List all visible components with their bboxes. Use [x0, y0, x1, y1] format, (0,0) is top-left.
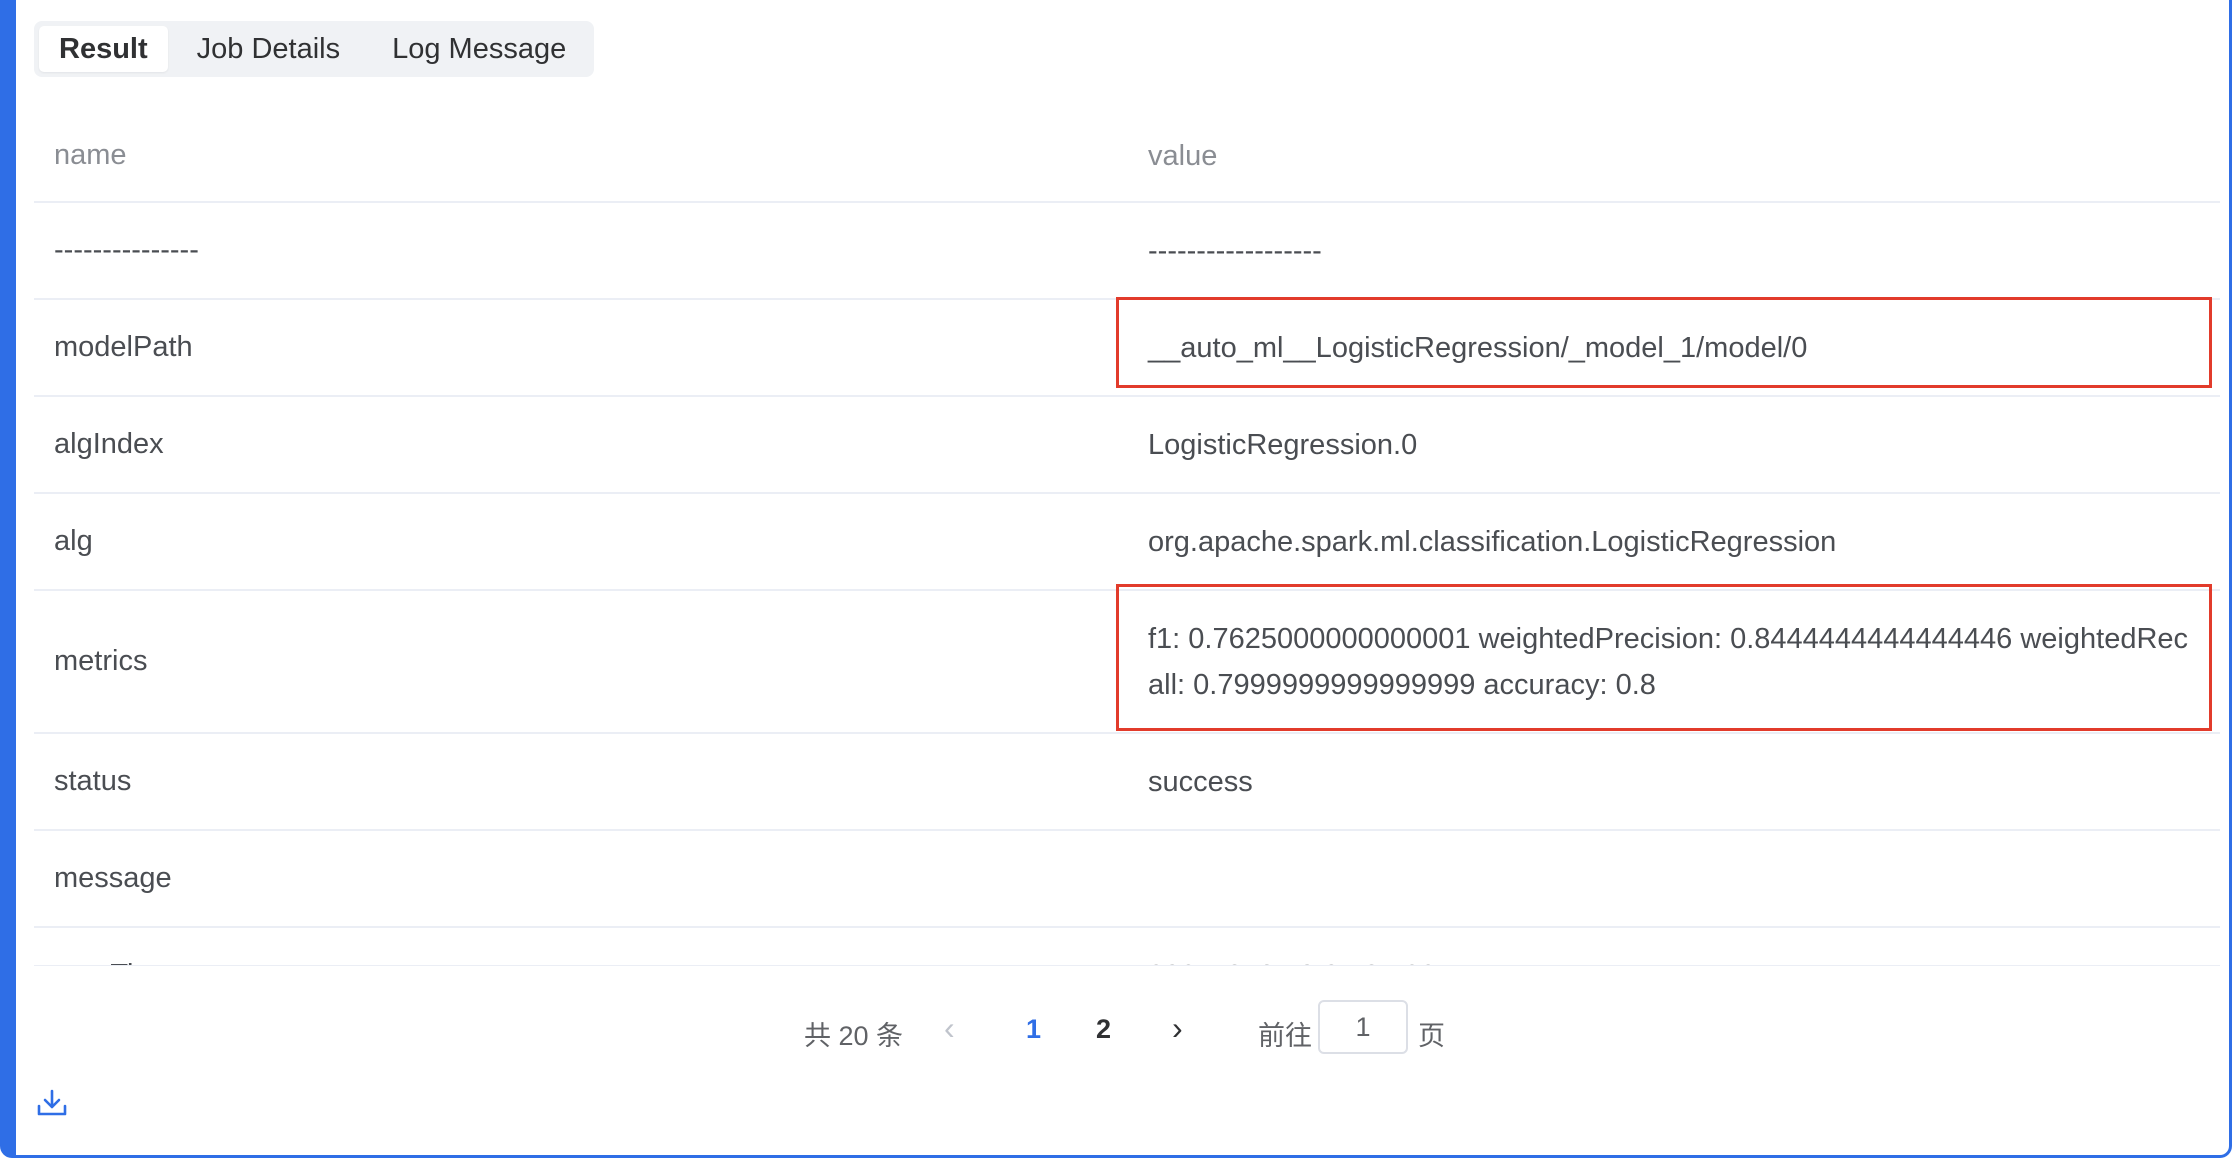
- cell-value: 20211010 10:07:07.227: [1128, 928, 2220, 966]
- cell-name: alg: [54, 525, 93, 557]
- tab-log-message[interactable]: Log Message: [369, 26, 589, 72]
- cell-name: ---------------: [54, 234, 199, 266]
- table-row: metrics f1: 0.7625000000000001 weightedP…: [34, 591, 2220, 734]
- page-unit-label: 页: [1418, 1021, 1445, 1051]
- table-row: status success: [34, 734, 2220, 831]
- column-header-value: value: [1148, 139, 1218, 172]
- cell-name: message: [54, 862, 172, 894]
- chevron-right-icon[interactable]: ›: [1172, 1010, 1183, 1047]
- table-header: name value: [34, 110, 2220, 203]
- table-row: startTime 20211010 10:07:07.227: [34, 928, 2220, 966]
- cell-value: org.apache.spark.ml.classification.Logis…: [1148, 525, 1837, 558]
- pagination-total: 共 20 条: [804, 1021, 904, 1051]
- chevron-left-icon[interactable]: ‹: [944, 1010, 955, 1047]
- cell-value: success: [1148, 765, 1253, 798]
- cell-value: f1: 0.7625000000000001 weightedPrecision…: [1148, 622, 2189, 701]
- table-row: --------------- ------------------: [34, 203, 2220, 300]
- cell-name: metrics: [54, 645, 148, 677]
- page-number-1[interactable]: 1: [1026, 1014, 1041, 1045]
- cell-value: LogisticRegression.0: [1148, 428, 1418, 461]
- download-icon[interactable]: [36, 1088, 68, 1118]
- table-row: modelPath __auto_ml__LogisticRegression/…: [34, 300, 2220, 397]
- table-row: algIndex LogisticRegression.0: [34, 397, 2220, 494]
- table-row: message: [34, 831, 2220, 928]
- cell-value: ------------------: [1148, 234, 1322, 267]
- cell-value: __auto_ml__LogisticRegression/_model_1/m…: [1148, 331, 1808, 364]
- tab-job-details[interactable]: Job Details: [174, 26, 363, 72]
- goto-page-input[interactable]: [1318, 1000, 1408, 1054]
- column-header-name: name: [54, 139, 127, 171]
- cell-name: modelPath: [54, 331, 193, 363]
- cell-name: status: [54, 765, 132, 797]
- result-table: name value --------------- -------------…: [34, 110, 2220, 966]
- cell-name: startTime: [34, 928, 1128, 965]
- pagination: 共 20 条 ‹ 1 2 › 前往 页: [0, 1000, 2240, 1060]
- table-row: alg org.apache.spark.ml.classification.L…: [34, 494, 2220, 591]
- cell-name: algIndex: [54, 428, 164, 460]
- tab-result[interactable]: Result: [39, 26, 168, 72]
- goto-label: 前往: [1258, 1021, 1312, 1051]
- tab-bar: Result Job Details Log Message: [34, 21, 594, 77]
- page-number-2[interactable]: 2: [1096, 1014, 1111, 1045]
- cell-value: [1128, 831, 2220, 926]
